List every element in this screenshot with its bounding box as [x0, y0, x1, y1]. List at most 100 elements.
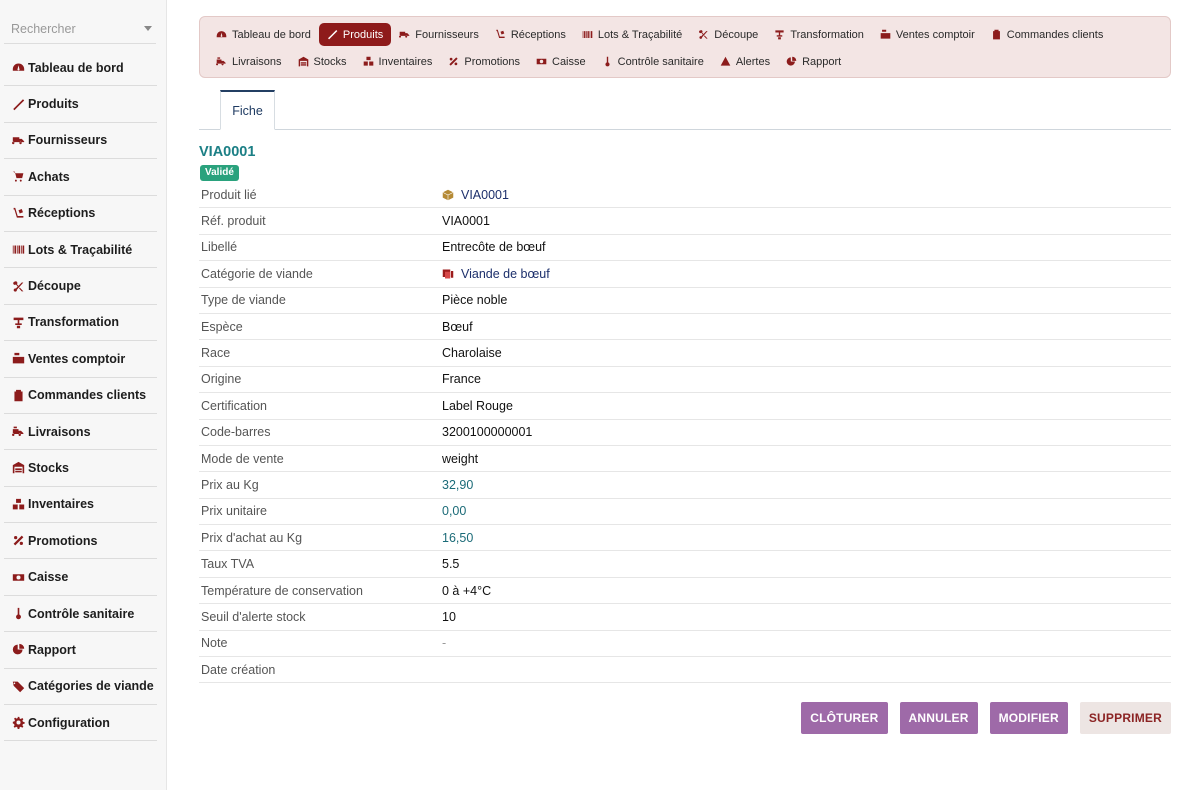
- nav-tab-receptions[interactable]: Réceptions: [487, 23, 574, 46]
- field-value-prix-d-achat-au-kg: 16,50: [442, 530, 474, 545]
- sidebar-item-commandes-clients[interactable]: Commandes clients: [4, 378, 157, 414]
- nav-tab-caisse[interactable]: Caisse: [528, 50, 594, 73]
- meat-grinder-icon: [774, 29, 785, 40]
- field-row-origine: Origine France: [199, 367, 1171, 394]
- sidebar-item-categories-de-viande[interactable]: Catégories de viande: [4, 669, 157, 706]
- field-row-temperature-de-conservation: Température de conservation 0 à +4°C: [199, 578, 1171, 605]
- nav-tab-controle-sanitaire[interactable]: Contrôle sanitaire: [594, 50, 712, 73]
- field-label-temperature-de-conservation: Température de conservation: [201, 583, 363, 598]
- sidebar-item-label: Lots & Traçabilité: [28, 242, 133, 257]
- sidebar-item-label: Découpe: [28, 279, 81, 294]
- chevron-down-icon[interactable]: [144, 26, 152, 31]
- nav-tab-label: Inventaires: [378, 55, 433, 68]
- status-badge: Validé: [200, 165, 239, 181]
- boxes-icon: [11, 497, 25, 511]
- field-label-espece: Espèce: [201, 319, 243, 334]
- sidebar-item-promotions[interactable]: Promotions: [4, 523, 157, 560]
- field-value-cell: 3200100000001: [442, 425, 1171, 439]
- field-label-prix-au-kg: Prix au Kg: [201, 477, 259, 492]
- nav-tab-stocks[interactable]: Stocks: [290, 50, 355, 73]
- sidebar-item-livraisons[interactable]: Livraisons: [4, 414, 157, 451]
- sidebar-item-receptions[interactable]: Réceptions: [4, 196, 157, 232]
- dashboard-icon: [11, 61, 25, 75]
- field-label-date-creation: Date création: [201, 662, 276, 677]
- field-value-cell: Charolaise: [442, 346, 1171, 360]
- sidebar-item-decoupe[interactable]: Découpe: [4, 268, 157, 305]
- nav-tab-alertes[interactable]: Alertes: [712, 50, 778, 73]
- search-select[interactable]: Rechercher: [4, 14, 156, 44]
- nav-tab-label: Ventes comptoir: [895, 28, 975, 41]
- field-row-produit-lie: Produit lié VIA0001: [199, 182, 1171, 209]
- sidebar-item-achats[interactable]: Achats: [4, 159, 157, 196]
- nav-tab-ventes-comptoir[interactable]: Ventes comptoir: [872, 23, 983, 46]
- sidebar-item-lots-tracabilite[interactable]: Lots & Traçabilité: [4, 232, 157, 269]
- nav-tab-lots-tracabilite[interactable]: Lots & Traçabilité: [574, 23, 690, 46]
- field-label-code-barres: Code-barres: [201, 425, 271, 440]
- nav-tab-promotions[interactable]: Promotions: [440, 50, 528, 73]
- nav-tab-label: Réceptions: [510, 28, 566, 41]
- cancel-button[interactable]: ANNULER: [899, 702, 978, 734]
- sidebar-item-stocks[interactable]: Stocks: [4, 450, 157, 487]
- sidebar-item-label: Réceptions: [28, 206, 96, 221]
- warehouse-icon: [11, 461, 25, 475]
- sidebar-item-controle-sanitaire[interactable]: Contrôle sanitaire: [4, 596, 157, 633]
- close-button[interactable]: CLÔTURER: [801, 702, 888, 734]
- field-value-produit-lie[interactable]: VIA0001: [461, 188, 509, 202]
- truck-icon: [399, 29, 410, 40]
- nav-tab-decoupe[interactable]: Découpe: [690, 23, 766, 46]
- sidebar-item-produits[interactable]: Produits: [4, 86, 157, 123]
- knife-icon: [11, 97, 25, 111]
- nav-tab-livraisons[interactable]: Livraisons: [208, 50, 290, 73]
- clipboard-icon: [991, 29, 1002, 40]
- field-value-mode-de-vente: weight: [442, 451, 479, 466]
- nav-tab-rapport[interactable]: Rapport: [778, 50, 849, 73]
- module-navbar-row-2: Livraisons Stocks Inventaires Promotions Cai…: [208, 50, 849, 73]
- field-value-cell: 0 à +4°C: [442, 584, 1171, 598]
- category-icon: [442, 268, 454, 280]
- truck-icon: [11, 133, 25, 147]
- field-value-prix-au-kg: 32,90: [442, 477, 474, 492]
- nav-tab-label: Promotions: [464, 55, 520, 68]
- nav-tab-inventaires[interactable]: Inventaires: [355, 50, 441, 73]
- tab-fiche[interactable]: Fiche: [220, 90, 275, 130]
- tags-icon: [11, 679, 25, 693]
- field-value-cell: -: [442, 636, 1171, 650]
- field-row-taux-tva: Taux TVA 5.5: [199, 551, 1171, 578]
- nav-tab-fournisseurs[interactable]: Fournisseurs: [391, 23, 487, 46]
- nav-tab-produits[interactable]: Produits: [318, 23, 392, 46]
- sidebar-item-inventaires[interactable]: Inventaires: [4, 487, 157, 524]
- sidebar: Rechercher Tableau de bord Produits Fourni…: [0, 0, 167, 790]
- sidebar-item-label: Ventes comptoir: [28, 351, 126, 366]
- sidebar-item-tableau-de-bord[interactable]: Tableau de bord: [4, 50, 157, 87]
- sidebar-item-fournisseurs[interactable]: Fournisseurs: [4, 123, 157, 160]
- sidebar-item-transformation[interactable]: Transformation: [4, 305, 157, 342]
- edit-button[interactable]: MODIFIER: [989, 702, 1068, 734]
- field-label-seuil-d-alerte-stock: Seuil d'alerte stock: [201, 609, 306, 624]
- field-row-note: Note -: [199, 631, 1171, 658]
- field-value-cell: Entrecôte de bœuf: [442, 240, 1171, 254]
- field-label-categorie-de-viande: Catégorie de viande: [201, 266, 313, 281]
- sidebar-item-rapport[interactable]: Rapport: [4, 632, 157, 669]
- record-tabbar: Fiche: [199, 90, 1171, 130]
- nav-tab-commandes-clients[interactable]: Commandes clients: [983, 23, 1112, 46]
- field-value-cell: 32,90: [442, 478, 1171, 492]
- nav-tab-transformation[interactable]: Transformation: [766, 23, 872, 46]
- pie-chart-icon: [11, 643, 25, 657]
- delivery-icon: [216, 56, 227, 67]
- field-label-ref-produit: Réf. produit: [201, 214, 266, 229]
- sidebar-item-caisse[interactable]: Caisse: [4, 559, 157, 596]
- record-title: VIA0001: [199, 144, 256, 160]
- sidebar-item-configuration[interactable]: Configuration: [4, 705, 157, 742]
- field-value-categorie-de-viande[interactable]: Viande de bœuf: [461, 267, 550, 281]
- nav-tab-label: Découpe: [714, 28, 759, 41]
- field-value-code-barres: 3200100000001: [442, 425, 533, 440]
- nav-tab-label: Tableau de bord: [232, 28, 311, 41]
- delete-button[interactable]: SUPPRIMER: [1079, 702, 1171, 734]
- nav-tab-tableau-de-bord[interactable]: Tableau de bord: [208, 23, 319, 46]
- sidebar-item-label: Produits: [28, 97, 79, 112]
- sidebar-item-ventes-comptoir[interactable]: Ventes comptoir: [4, 341, 157, 378]
- sidebar-item-label: Transformation: [28, 315, 119, 330]
- field-row-date-creation: Date création: [199, 657, 1171, 684]
- nav-tab-label: Caisse: [552, 55, 586, 68]
- field-row-seuil-d-alerte-stock: Seuil d'alerte stock 10: [199, 604, 1171, 631]
